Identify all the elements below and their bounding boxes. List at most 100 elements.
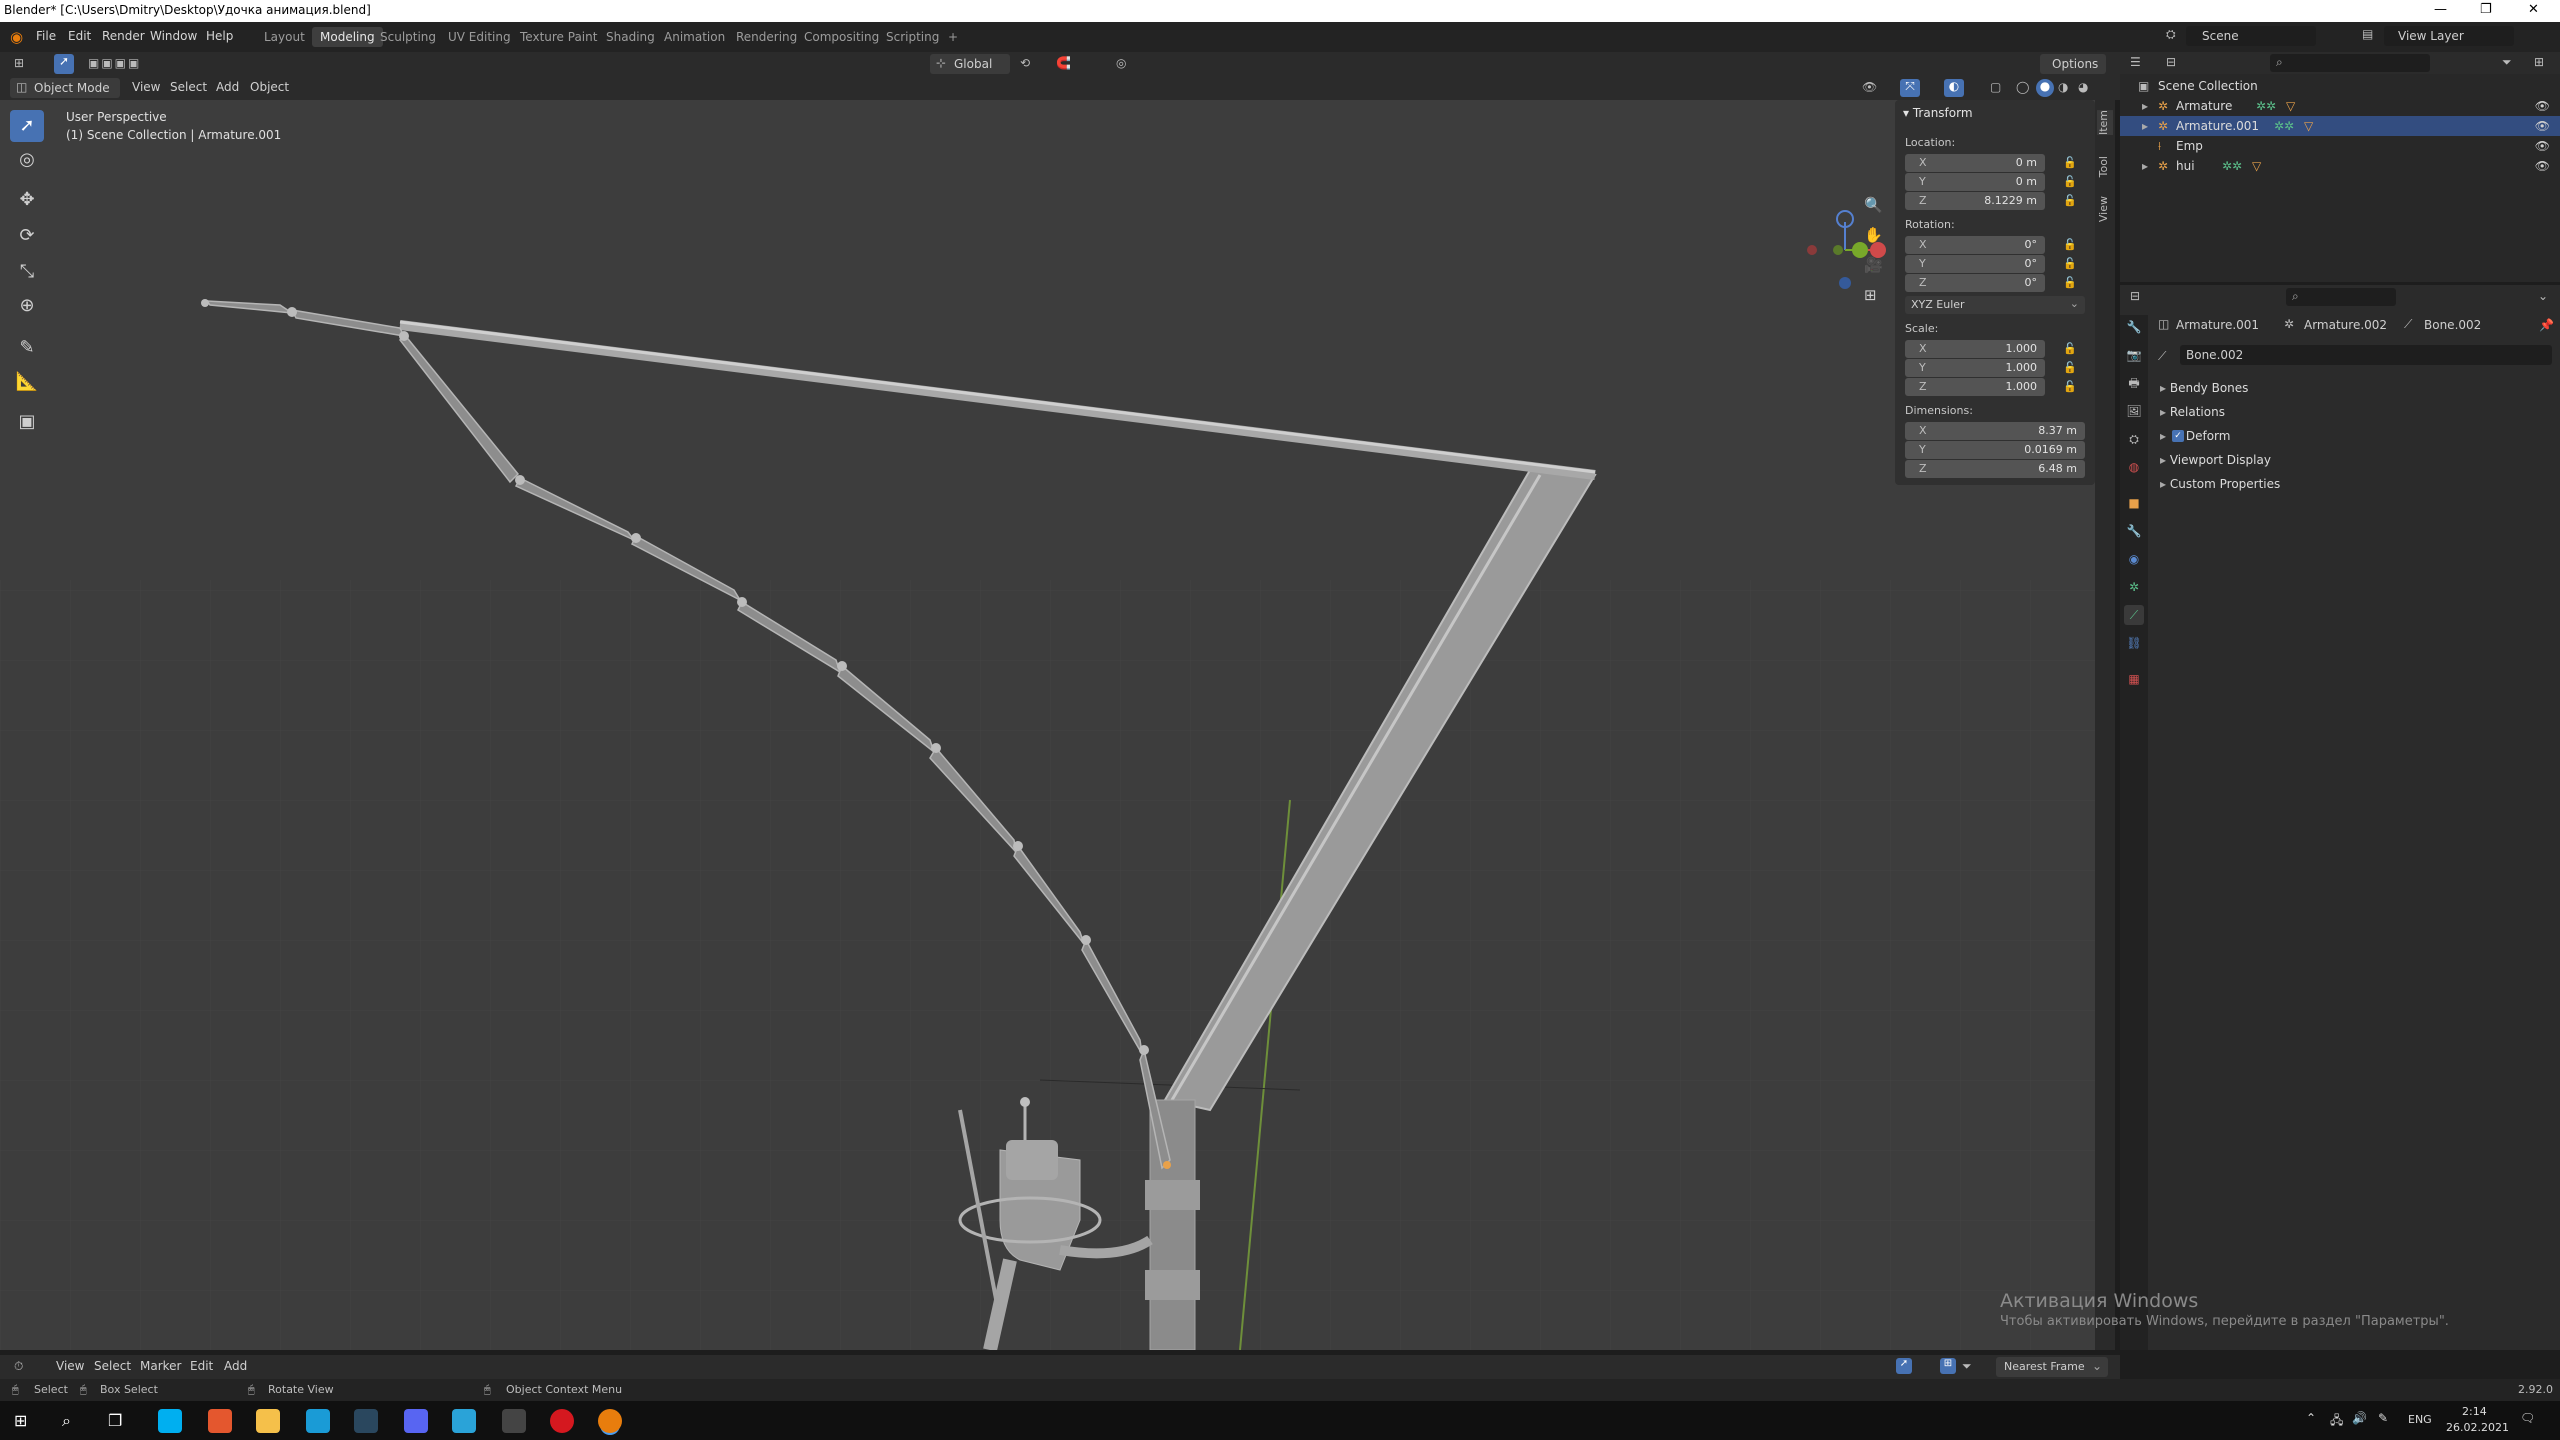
outliner-scene-collection[interactable]: ▣ Scene Collection bbox=[2120, 76, 2560, 96]
selection-mode-icons[interactable]: ▣▣▣▣ bbox=[88, 56, 141, 70]
panel-bendy-bones[interactable]: ▸ Bendy Bones bbox=[2160, 381, 2248, 395]
tab-item[interactable]: Item bbox=[2097, 110, 2113, 136]
rotation-x-field[interactable]: X 0° bbox=[1905, 236, 2045, 254]
snap-mode-dropdown[interactable]: Nearest Frame ⌄ bbox=[1996, 1357, 2108, 1377]
outliner-editor-icon[interactable]: ☰ bbox=[2130, 55, 2141, 69]
viewport-menu-add[interactable]: Add bbox=[210, 78, 245, 96]
tool-tab-icon[interactable]: 🔧 bbox=[2124, 317, 2144, 337]
rotation-y-field[interactable]: Y 0° bbox=[1905, 255, 2045, 273]
search-icon[interactable]: ⌕ bbox=[62, 1411, 71, 1431]
chevron-down-icon[interactable]: ⌄ bbox=[2538, 289, 2548, 303]
annotate-tool-icon[interactable]: ✎ bbox=[10, 332, 44, 364]
view-layer-tab-icon[interactable]: 🖼 bbox=[2124, 401, 2144, 421]
blender-taskbar-icon[interactable] bbox=[598, 1409, 622, 1433]
view-layer-selector[interactable]: View Layer bbox=[2384, 26, 2514, 46]
tab-animation[interactable]: Animation bbox=[656, 27, 733, 47]
overlay-toggle-icon[interactable]: ◐ bbox=[1944, 79, 1964, 97]
network-icon[interactable]: 🖧 bbox=[2330, 1411, 2343, 1432]
scale-tool-icon[interactable]: ⤡ bbox=[10, 256, 44, 288]
pivot-icon[interactable]: ⟲ bbox=[1020, 56, 1030, 70]
outliner-item[interactable]: ▸ ✲ hui ✲✲ ▽ 👁 bbox=[2120, 156, 2560, 176]
outliner-item[interactable]: ▸ ✲ Armature.001 ✲✲ ▽ 👁 bbox=[2120, 116, 2560, 136]
deform-checkbox[interactable]: ✓ bbox=[2172, 430, 2184, 442]
rotate-tool-icon[interactable]: ⟳ bbox=[10, 220, 44, 252]
timeline-menu-add[interactable]: Add bbox=[218, 1357, 253, 1375]
pan-hand-icon[interactable]: ✋ bbox=[1864, 226, 1883, 244]
lock-icon[interactable]: 🔓 bbox=[2063, 156, 2077, 170]
tab-layout[interactable]: Layout bbox=[256, 27, 313, 47]
snap-icon[interactable]: 🧲 bbox=[1056, 56, 1071, 70]
breadcrumb-object[interactable]: Armature.001 bbox=[2176, 318, 2259, 332]
lock-icon[interactable]: 🔓 bbox=[2063, 238, 2077, 252]
rotation-mode-dropdown[interactable]: XYZ Euler ⌄ bbox=[1905, 296, 2085, 314]
menu-help[interactable]: Help bbox=[206, 29, 233, 43]
mode-dropdown[interactable]: ◫ Object Mode bbox=[10, 78, 120, 98]
rendered-shading-icon[interactable]: ◕ bbox=[2078, 80, 2088, 94]
skype-icon[interactable] bbox=[158, 1409, 182, 1433]
language-indicator[interactable]: ENG bbox=[2408, 1413, 2432, 1426]
3d-viewport[interactable]: User Perspective (1) Scene Collection | … bbox=[0, 100, 2095, 1350]
render-tab-icon[interactable]: 📷 bbox=[2124, 345, 2144, 365]
output-tab-icon[interactable]: 🖶 bbox=[2124, 373, 2144, 393]
tab-texture-paint[interactable]: Texture Paint bbox=[512, 27, 605, 47]
scale-x-field[interactable]: X 1.000 bbox=[1905, 340, 2045, 358]
physics-tab-icon[interactable]: ◉ bbox=[2124, 549, 2144, 569]
location-x-field[interactable]: X0 m bbox=[1905, 154, 2045, 172]
transform-header[interactable]: ▾ Transform bbox=[1903, 106, 1973, 120]
outliner-item[interactable]: ▸ ✲ Armature ✲✲ ▽ 👁 bbox=[2120, 96, 2560, 116]
brave-icon[interactable] bbox=[208, 1409, 232, 1433]
object-tab-icon[interactable]: ■ bbox=[2124, 493, 2144, 513]
ccleaner-icon[interactable] bbox=[306, 1409, 330, 1433]
viewport-menu-object[interactable]: Object bbox=[244, 78, 295, 96]
panel-viewport-display[interactable]: ▸ Viewport Display bbox=[2160, 453, 2271, 467]
tray-chevron-icon[interactable]: ⌃ bbox=[2306, 1411, 2316, 1425]
gizmo-toggle-icon[interactable]: ⤧ bbox=[1900, 79, 1920, 97]
tab-tool[interactable]: Tool bbox=[2097, 156, 2113, 177]
proportional-edit-icon[interactable]: ◎ bbox=[1116, 56, 1126, 70]
tab-rendering[interactable]: Rendering bbox=[728, 27, 805, 47]
timeline-menu-edit[interactable]: Edit bbox=[184, 1357, 219, 1375]
opera-icon[interactable] bbox=[550, 1409, 574, 1433]
grid-toggle-icon[interactable]: ⊞ bbox=[1864, 286, 1877, 304]
tab-uv-editing[interactable]: UV Editing bbox=[440, 27, 519, 47]
zoom-icon[interactable]: 🔍 bbox=[1864, 196, 1883, 214]
timeline-menu-view[interactable]: View bbox=[50, 1357, 90, 1375]
tab-view[interactable]: View bbox=[2097, 196, 2113, 222]
world-tab-icon[interactable]: ◍ bbox=[2124, 457, 2144, 477]
menu-file[interactable]: File bbox=[36, 29, 56, 43]
unity-icon[interactable] bbox=[502, 1409, 526, 1433]
menu-window[interactable]: Window bbox=[150, 29, 197, 43]
move-tool-icon[interactable]: ✥ bbox=[10, 184, 44, 216]
pin-icon[interactable]: 📌 bbox=[2539, 318, 2554, 332]
rotation-z-field[interactable]: Z 0° bbox=[1905, 274, 2045, 292]
scene-selector[interactable]: Scene bbox=[2186, 26, 2316, 46]
tab-scripting[interactable]: Scripting bbox=[878, 27, 947, 47]
blender-logo-icon[interactable]: ◉ bbox=[10, 28, 23, 46]
orientation-dropdown[interactable]: ⊹ Global bbox=[930, 54, 1010, 74]
breadcrumb-armature[interactable]: Armature.002 bbox=[2304, 318, 2387, 332]
breadcrumb-bone[interactable]: Bone.002 bbox=[2424, 318, 2481, 332]
timeline-select-icon[interactable]: ➚ bbox=[1896, 1358, 1912, 1374]
cursor-tool-icon[interactable]: ◎ bbox=[10, 144, 44, 176]
visibility-icon[interactable]: 👁 bbox=[1862, 80, 1877, 94]
dimensions-y-field[interactable]: Y 0.0169 m bbox=[1905, 441, 2085, 459]
lock-icon[interactable]: 🔓 bbox=[2063, 361, 2077, 375]
scene-tab-icon[interactable]: ⛭ bbox=[2124, 429, 2144, 449]
lock-icon[interactable]: 🔓 bbox=[2063, 175, 2077, 189]
notifications-icon[interactable]: 🗨 bbox=[2520, 1411, 2535, 1425]
viewport-menu-select[interactable]: Select bbox=[164, 78, 213, 96]
lock-icon[interactable]: 🔓 bbox=[2063, 257, 2077, 271]
camera-icon[interactable]: 🎥 bbox=[1864, 256, 1883, 274]
editor-type-icon[interactable]: ⊞ bbox=[14, 56, 24, 70]
timeline-menu-select[interactable]: Select bbox=[88, 1357, 137, 1375]
bone-name-field[interactable]: Bone.002 bbox=[2180, 345, 2552, 365]
viewport-menu-view[interactable]: View bbox=[126, 78, 166, 96]
file-explorer-icon[interactable] bbox=[256, 1409, 280, 1433]
select-tool-icon[interactable]: ➚ bbox=[54, 54, 74, 74]
timeline-menu-marker[interactable]: Marker bbox=[134, 1357, 187, 1375]
menu-render[interactable]: Render bbox=[102, 29, 145, 43]
bone-tab-icon[interactable]: ⟋ bbox=[2124, 605, 2144, 625]
display-mode-icon[interactable]: ⊟ bbox=[2166, 55, 2176, 69]
steam-icon[interactable] bbox=[354, 1409, 378, 1433]
panel-custom-properties[interactable]: ▸ Custom Properties bbox=[2160, 477, 2280, 491]
